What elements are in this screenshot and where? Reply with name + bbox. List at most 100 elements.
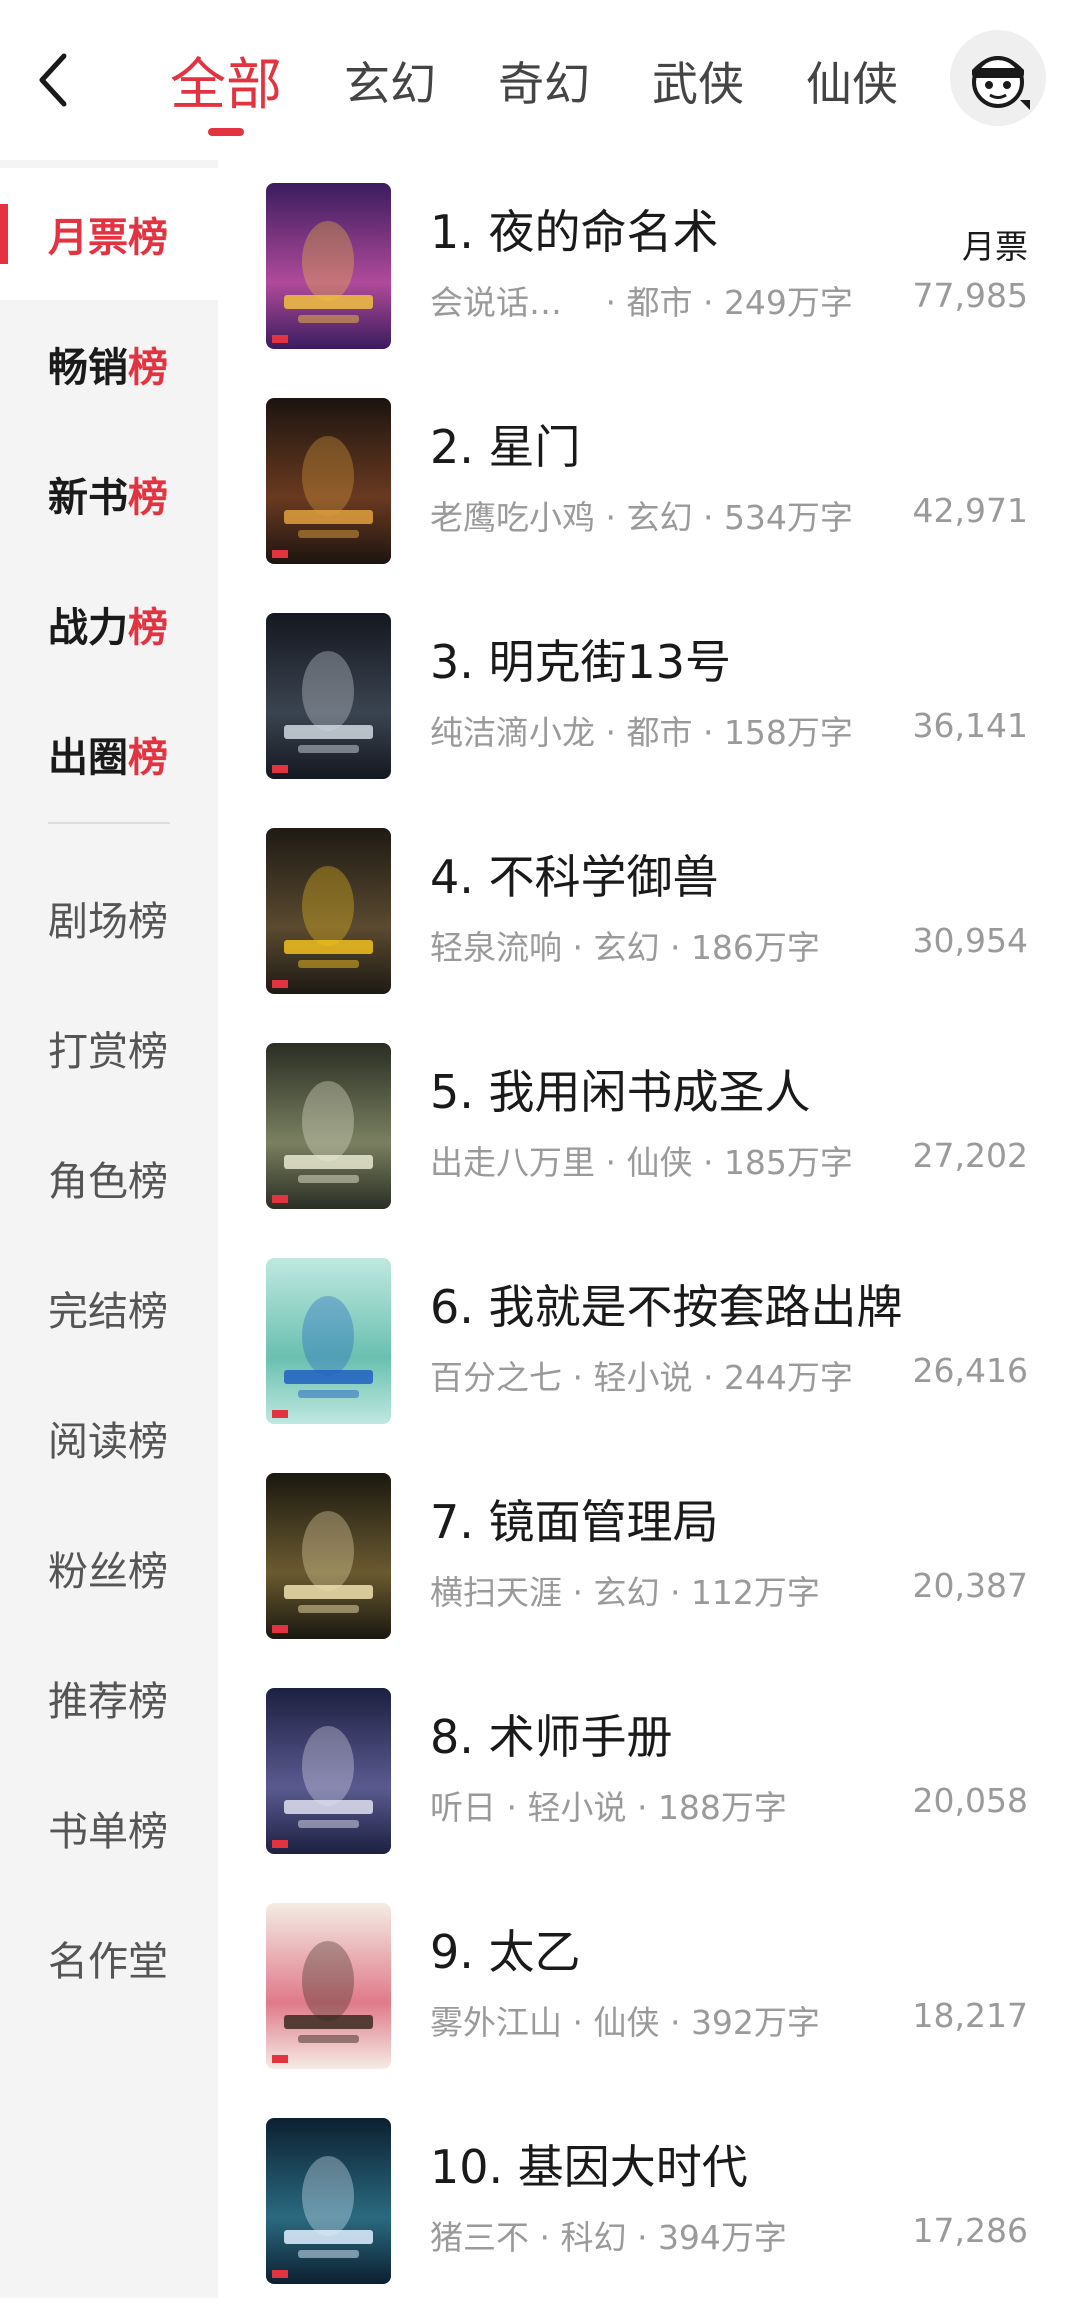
book-cover[interactable] — [266, 2118, 391, 2284]
sidebar-divider — [48, 822, 170, 824]
sidebar-item-4[interactable]: 出圈榜 — [0, 688, 218, 820]
sidebar-item-12[interactable]: 书单榜 — [0, 1762, 218, 1894]
book-row[interactable]: 1. 夜的命名术 会说话… · 都市 · 249万字 月票 77,985 — [218, 168, 1080, 383]
book-row[interactable]: 9. 太乙雾外江山 · 仙侠 · 392万字 18,217 — [218, 1888, 1080, 2103]
book-meta: 出走八万里 · 仙侠 · 185万字 — [430, 1143, 853, 1182]
tab-3[interactable]: 武侠 — [652, 30, 744, 114]
tab-1[interactable]: 玄幻 — [344, 30, 436, 114]
book-meta: 雾外江山 · 仙侠 · 392万字 — [430, 2003, 820, 2042]
active-indicator — [0, 204, 8, 264]
book-votes: 36,141 — [912, 706, 1028, 745]
user-avatar-icon — [972, 56, 1030, 110]
book-cover[interactable] — [266, 183, 391, 349]
sidebar-item-7[interactable]: 角色榜 — [0, 1112, 218, 1244]
ranking-sidebar: 月票榜畅销榜新书榜战力榜出圈榜剧场榜 打赏榜 角色榜 完结榜 阅读榜 粉丝榜 推荐榜 书单榜名… — [0, 160, 218, 2298]
book-cover[interactable] — [266, 1043, 391, 1209]
book-votes: 30,954 — [912, 921, 1028, 960]
book-row[interactable]: 5. 我用闲书成圣人出走八万里 · 仙侠 · 185万字 27,202 — [218, 1028, 1080, 1243]
sidebar-item-suffix: 榜 — [128, 735, 168, 781]
tab-4[interactable]: 仙侠 — [806, 30, 898, 114]
book-votes: 77,985 — [912, 276, 1028, 315]
book-votes: 27,202 — [912, 1136, 1028, 1175]
sidebar-item-9[interactable]: 阅读榜 — [0, 1372, 218, 1504]
book-cover[interactable] — [266, 613, 391, 779]
sidebar-item-label: 角色榜 — [48, 1159, 168, 1205]
sidebar-item-label: 新书 — [48, 475, 128, 521]
book-title[interactable]: 2. 星门 — [430, 411, 581, 477]
book-votes: 18,217 — [912, 1996, 1028, 2035]
sidebar-item-suffix: 榜 — [128, 475, 168, 521]
book-meta: 横扫天涯 · 玄幻 · 112万字 — [430, 1573, 820, 1612]
book-title[interactable]: 7. 镜面管理局 — [430, 1486, 719, 1552]
book-cover[interactable] — [266, 1903, 391, 2069]
book-title[interactable]: 4. 不科学御兽 — [430, 841, 719, 907]
sidebar-item-suffix: 榜 — [128, 215, 168, 261]
category-tabs: 全部 玄幻 奇幻 武侠 仙侠 — [170, 30, 960, 140]
book-cover[interactable] — [266, 1473, 391, 1639]
book-votes: 20,387 — [912, 1566, 1028, 1605]
sidebar-item-label: 推荐榜 — [48, 1679, 168, 1725]
sidebar-item-label: 出圈 — [48, 735, 128, 781]
active-tab-indicator — [208, 128, 244, 136]
book-title[interactable]: 10. 基因大时代 — [430, 2131, 748, 2197]
tab-0[interactable]: 全部 — [170, 30, 282, 136]
book-row[interactable]: 4. 不科学御兽轻泉流响 · 玄幻 · 186万字 30,954 — [218, 813, 1080, 1028]
book-title[interactable]: 6. 我就是不按套路出牌 — [430, 1271, 903, 1337]
sidebar-item-1[interactable]: 畅销榜 — [0, 298, 218, 430]
book-cover[interactable] — [266, 828, 391, 994]
avatar[interactable] — [950, 30, 1046, 126]
book-title[interactable]: 5. 我用闲书成圣人 — [430, 1056, 811, 1122]
sidebar-item-label: 名作堂 — [48, 1939, 168, 1985]
tab-2[interactable]: 奇幻 — [498, 30, 590, 114]
book-meta: 纯洁滴小龙 · 都市 · 158万字 — [430, 713, 853, 752]
sidebar-item-label: 书单榜 — [48, 1809, 168, 1855]
book-title[interactable]: 8. 术师手册 — [430, 1701, 673, 1767]
sidebar-item-8[interactable]: 完结榜 — [0, 1242, 218, 1374]
book-meta: 猪三不 · 科幻 · 394万字 — [430, 2218, 787, 2257]
book-meta: 听日 · 轻小说 · 188万字 — [430, 1788, 787, 1827]
book-votes: 20,058 — [912, 1781, 1028, 1820]
book-row[interactable]: 6. 我就是不按套路出牌 百分之七 · 轻小说 · 244万字 26,416 — [218, 1243, 1080, 1458]
sidebar-item-2[interactable]: 新书榜 — [0, 428, 218, 560]
sidebar-item-13[interactable]: 名作堂 — [0, 1892, 218, 2024]
tab-label: 玄幻 — [344, 57, 436, 111]
sidebar-item-suffix: 榜 — [128, 345, 168, 391]
book-cover[interactable] — [266, 1258, 391, 1424]
sidebar-item-label: 完结榜 — [48, 1289, 168, 1335]
book-title[interactable]: 9. 太乙 — [430, 1916, 581, 1982]
top-bar: 全部 玄幻 奇幻 武侠 仙侠 — [0, 0, 1080, 160]
sidebar-item-label: 打赏榜 — [48, 1029, 168, 1075]
sidebar-item-label: 剧场榜 — [48, 899, 168, 945]
sidebar-item-3[interactable]: 战力榜 — [0, 558, 218, 690]
sidebar-item-10[interactable]: 粉丝榜 — [0, 1502, 218, 1634]
book-row[interactable]: 8. 术师手册听日 · 轻小说 · 188万字 20,058 — [218, 1673, 1080, 1888]
book-title[interactable]: 3. 明克街13号 — [430, 626, 731, 692]
book-row[interactable]: 3. 明克街13号纯洁滴小龙 · 都市 · 158万字 36,141 — [218, 598, 1080, 813]
book-meta: 轻泉流响 · 玄幻 · 186万字 — [430, 928, 820, 967]
book-cover[interactable] — [266, 1688, 391, 1854]
book-meta: 老鹰吃小鸡 · 玄幻 · 534万字 — [430, 498, 853, 537]
book-meta: 百分之七 · 轻小说 · 244万字 — [430, 1358, 853, 1397]
sidebar-item-label: 畅销 — [48, 345, 128, 391]
sidebar-item-label: 战力 — [48, 605, 128, 651]
book-row[interactable]: 2. 星门老鹰吃小鸡 · 玄幻 · 534万字 42,971 — [218, 383, 1080, 598]
sidebar-item-suffix: 榜 — [128, 605, 168, 651]
book-cover[interactable] — [266, 398, 391, 564]
book-meta: 会说话… · 都市 · 249万字 — [430, 283, 853, 322]
tab-label: 全部 — [170, 53, 282, 118]
tab-label: 奇幻 — [498, 57, 590, 111]
book-votes: 42,971 — [912, 491, 1028, 530]
sidebar-item-label: 月票 — [48, 215, 128, 261]
book-votes: 17,286 — [912, 2211, 1028, 2250]
sidebar-item-0[interactable]: 月票榜 — [0, 168, 218, 300]
book-row[interactable]: 10. 基因大时代猪三不 · 科幻 · 394万字 17,286 — [218, 2103, 1080, 2318]
book-row[interactable]: 7. 镜面管理局横扫天涯 · 玄幻 · 112万字 20,387 — [218, 1458, 1080, 1673]
sidebar-item-5[interactable]: 剧场榜 — [0, 852, 218, 984]
sidebar-item-11[interactable]: 推荐榜 — [0, 1632, 218, 1764]
back-button[interactable] — [22, 40, 82, 120]
sidebar-item-label: 粉丝榜 — [48, 1549, 168, 1595]
sidebar-item-label: 阅读榜 — [48, 1419, 168, 1465]
book-title[interactable]: 1. 夜的命名术 — [430, 196, 719, 262]
tab-label: 仙侠 — [806, 57, 898, 111]
sidebar-item-6[interactable]: 打赏榜 — [0, 982, 218, 1114]
